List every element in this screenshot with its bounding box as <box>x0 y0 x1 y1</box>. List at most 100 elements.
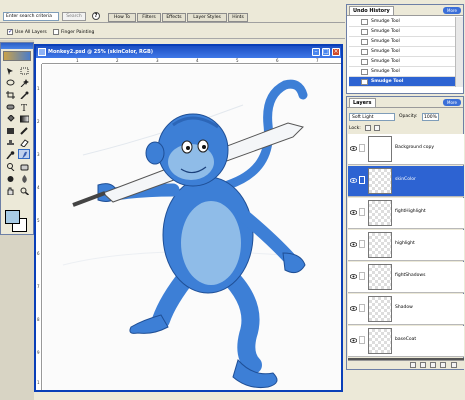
undo-history-item[interactable]: Smudge Tool <box>349 67 455 77</box>
finger-painting-checkbox[interactable] <box>53 29 59 35</box>
undo-history-item[interactable]: Smudge Tool <box>349 17 455 27</box>
ruler-label: 7 <box>37 284 40 289</box>
smudge-icon <box>361 19 368 25</box>
blend-mode-select[interactable]: Soft Light <box>349 113 395 121</box>
undo-more-button[interactable]: More <box>443 7 461 14</box>
undo-scrollbar[interactable] <box>455 17 463 87</box>
eye-icon[interactable] <box>350 338 357 343</box>
undo-history-item[interactable]: Smudge Tool <box>349 37 455 47</box>
eye-icon[interactable] <box>350 146 357 151</box>
use-all-layers-label: Use All Layers <box>15 30 47 35</box>
tab-layers[interactable]: Layers <box>349 98 376 107</box>
minimize-button[interactable]: – <box>312 48 320 56</box>
tab-how-to[interactable]: How To <box>108 13 136 22</box>
type-tool-icon[interactable]: T <box>18 101 30 111</box>
dodge-tool-icon[interactable] <box>4 161 16 171</box>
use-all-layers-checkbox[interactable] <box>7 28 13 35</box>
link-layers-icon[interactable] <box>420 362 426 368</box>
brush-tool-icon[interactable] <box>4 149 16 159</box>
spot-healing-tool-icon[interactable] <box>4 101 16 111</box>
opacity-input[interactable]: 100% <box>422 113 439 121</box>
foreground-color-swatch[interactable] <box>5 210 20 224</box>
eraser-tool-icon[interactable] <box>18 137 30 147</box>
image-canvas[interactable] <box>43 65 341 390</box>
layer-name: fightShadows <box>395 273 426 278</box>
blur-tool-icon[interactable] <box>18 173 30 183</box>
lock-label: Lock: <box>349 126 361 131</box>
document-title: Monkey2.psd @ 25% (skinColor, RGB) <box>48 49 154 55</box>
ruler-horizontal: 1 2 3 4 5 6 7 <box>42 58 341 64</box>
magic-wand-tool-icon[interactable] <box>18 77 30 87</box>
layers-more-button[interactable]: More <box>443 99 461 106</box>
undo-history-item-current[interactable]: Smudge Tool <box>349 77 455 87</box>
layer-thumbnail <box>368 200 392 226</box>
finger-painting-label: Finger Painting <box>61 30 95 35</box>
lasso-tool-icon[interactable] <box>4 77 16 87</box>
move-tool-icon[interactable] <box>4 65 16 75</box>
close-button[interactable]: × <box>332 48 340 56</box>
tab-layer-styles[interactable]: Layer Styles <box>187 13 227 22</box>
sponge-tool-icon[interactable] <box>18 161 30 171</box>
tab-effects[interactable]: Effects <box>162 13 186 22</box>
trash-icon[interactable] <box>451 362 457 368</box>
pencil-tool-icon[interactable] <box>18 125 30 135</box>
zoom-tool-icon[interactable] <box>18 185 30 195</box>
maximize-button[interactable]: □ <box>322 48 330 56</box>
lock-icon[interactable] <box>374 125 380 131</box>
opacity-label: Opacity: <box>399 114 418 119</box>
paint-bucket-tool-icon[interactable] <box>4 113 16 123</box>
tab-filters[interactable]: Filters <box>137 13 161 22</box>
stamp-tool-icon[interactable] <box>4 137 16 147</box>
app-logo[interactable] <box>3 51 31 61</box>
ruler-label: 5 <box>236 58 239 63</box>
lock-transparency-icon[interactable] <box>365 125 371 131</box>
eye-icon[interactable] <box>350 178 357 183</box>
eye-icon[interactable] <box>350 274 357 279</box>
eyedropper-tool-icon[interactable] <box>18 89 30 99</box>
smudge-tool-icon[interactable] <box>18 149 30 159</box>
search-input[interactable]: Enter search criteria <box>3 12 59 21</box>
tab-undo-history[interactable]: Undo History <box>349 6 394 15</box>
undo-history-item[interactable]: Smudge Tool <box>349 47 455 57</box>
tab-hints[interactable]: Hints <box>228 13 248 22</box>
eye-icon[interactable] <box>350 306 357 311</box>
hand-tool-icon[interactable] <box>4 185 16 195</box>
marquee-tool-icon[interactable] <box>18 65 30 75</box>
layer-row[interactable]: highlight <box>348 230 464 261</box>
ruler-label: 4 <box>196 58 199 63</box>
smudge-icon <box>361 59 368 65</box>
toolbox-title-bar[interactable] <box>1 43 33 49</box>
red-eye-tool-icon[interactable] <box>4 173 16 183</box>
layer-row[interactable]: fightShadows <box>348 262 464 293</box>
ruler-label: 9 <box>37 350 40 355</box>
brush-icon <box>359 144 365 152</box>
eye-icon[interactable] <box>350 210 357 215</box>
toolbox: T <box>0 42 34 235</box>
layer-name: Shadow <box>395 305 413 310</box>
document-window: Monkey2.psd @ 25% (skinColor, RGB) – □ ×… <box>34 44 343 392</box>
undo-history-item[interactable]: Smudge Tool <box>349 27 455 37</box>
help-icon[interactable]: ? <box>92 12 100 20</box>
undo-history-item[interactable]: Smudge Tool <box>349 57 455 67</box>
layer-row[interactable]: Background copy <box>348 134 464 165</box>
crop-tool-icon[interactable] <box>4 89 16 99</box>
search-button[interactable]: Search <box>62 12 86 21</box>
layer-name: baseCoat <box>395 337 417 342</box>
adjustment-layer-icon[interactable] <box>410 362 416 368</box>
eye-icon[interactable] <box>350 242 357 247</box>
smudge-icon <box>361 69 368 75</box>
layer-row[interactable]: baseCoat <box>348 326 464 357</box>
shape-tool-icon[interactable] <box>4 125 16 135</box>
ruler-label: 1 <box>76 58 79 63</box>
brush-icon <box>359 176 365 184</box>
new-layer-icon[interactable] <box>430 362 436 368</box>
layers-footer <box>348 360 464 369</box>
brush-icon <box>359 336 365 344</box>
document-title-bar[interactable]: Monkey2.psd @ 25% (skinColor, RGB) <box>36 46 341 58</box>
group-icon[interactable] <box>440 362 446 368</box>
layer-row[interactable]: fightHighlight <box>348 198 464 229</box>
brush-icon <box>359 304 365 312</box>
layer-row[interactable]: Shadow <box>348 294 464 325</box>
layer-row-selected[interactable]: skinColor <box>348 166 464 197</box>
gradient-tool-icon[interactable] <box>18 113 30 123</box>
